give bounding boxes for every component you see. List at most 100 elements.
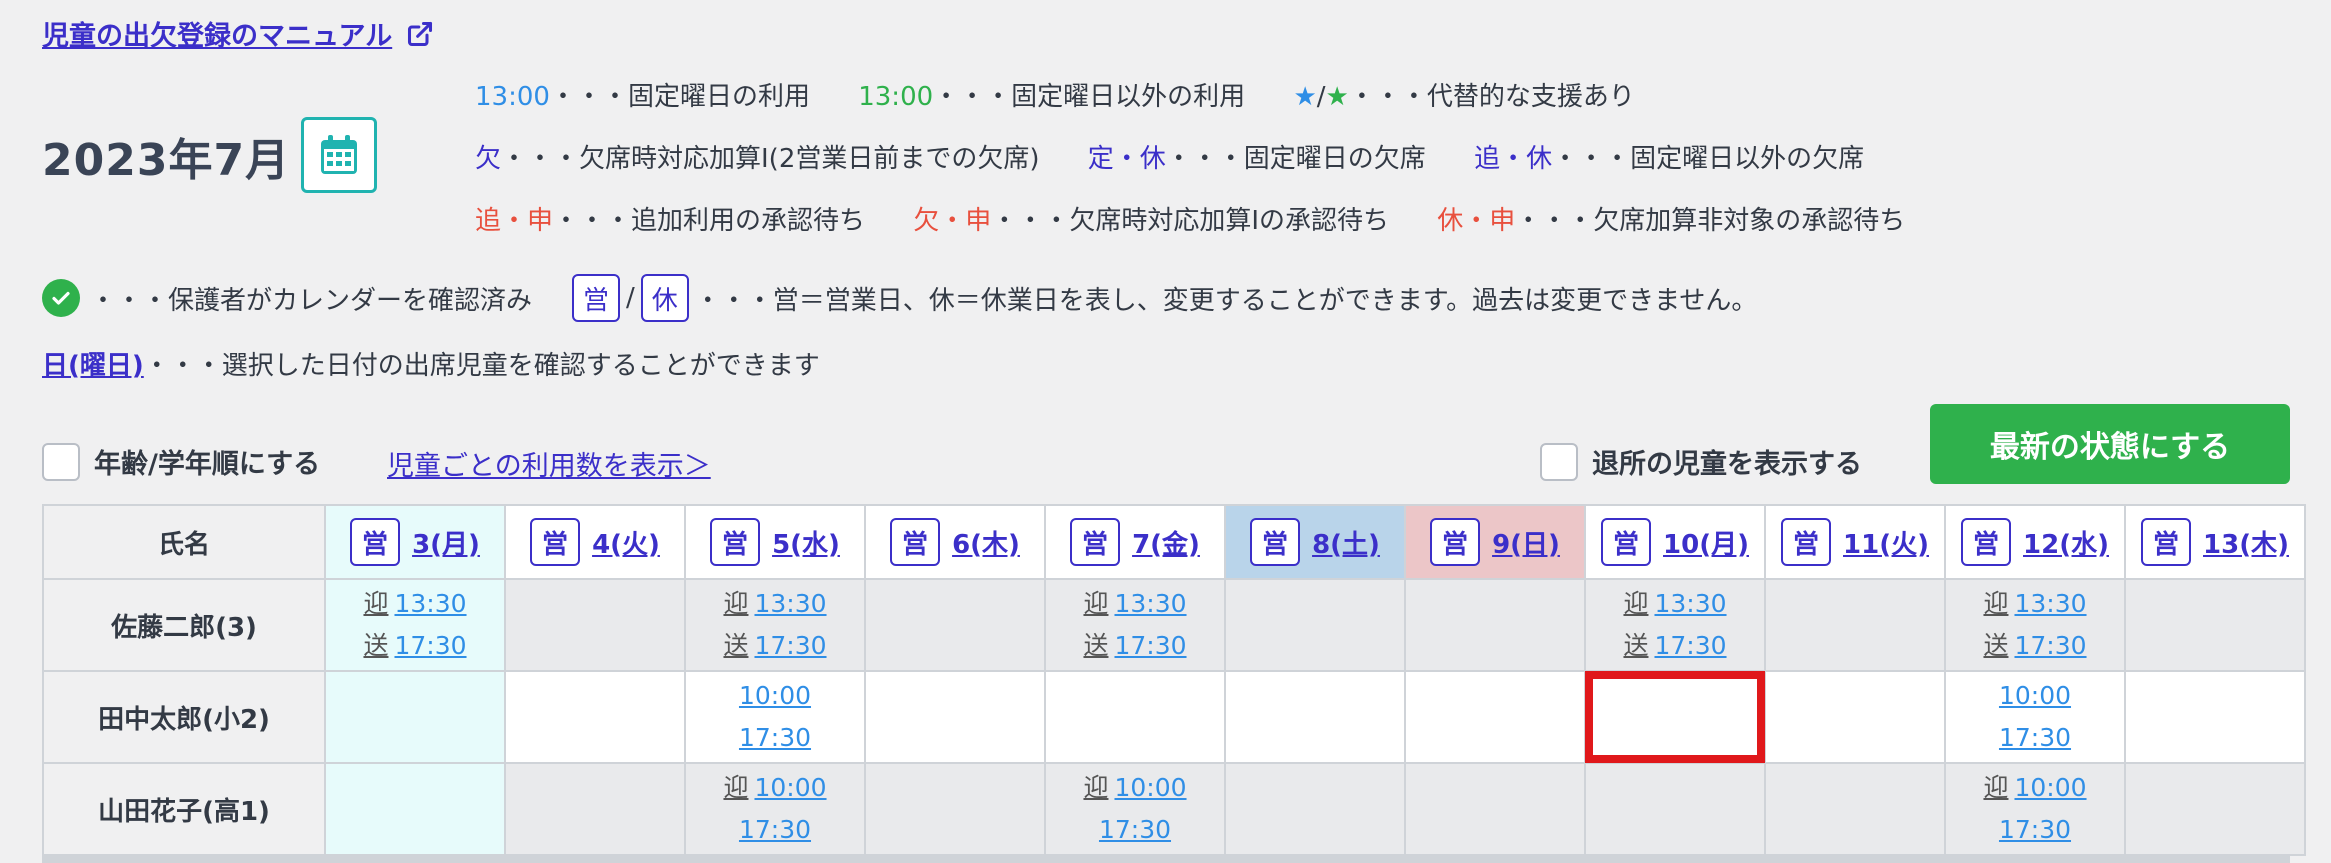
age-sort-control[interactable]: 年齢/学年順にする [42, 442, 320, 481]
day-status-toggle[interactable]: 営 [530, 518, 581, 566]
attendance-cell[interactable]: 10:00 17:30 [1944, 670, 2126, 764]
day-link[interactable]: 8(土) [1312, 524, 1380, 561]
time-link[interactable]: 10:00 [739, 681, 811, 710]
day-link[interactable]: 12(水) [2023, 524, 2109, 561]
time-link[interactable]: 17:30 [1999, 815, 2071, 844]
pickup-tag: 迎 [723, 773, 749, 802]
attendance-cell[interactable] [1224, 578, 1406, 672]
legend-open-closed-slash: / [626, 283, 635, 313]
legend-other-time: 13:00 [858, 82, 934, 112]
time-link[interactable]: 17:30 [1654, 631, 1726, 660]
attendance-cell[interactable]: 迎 10:00 17:30 [684, 762, 866, 856]
time-link[interactable]: 17:30 [1999, 723, 2071, 752]
manual-link-label[interactable]: 児童の出欠登録のマニュアル [42, 14, 392, 53]
day-link[interactable]: 7(金) [1132, 524, 1200, 561]
attendance-cell[interactable] [864, 578, 1046, 672]
age-sort-label[interactable]: 年齢/学年順にする [94, 442, 320, 481]
time-link[interactable]: 13:30 [1654, 589, 1726, 618]
time-link[interactable]: 10:00 [754, 773, 826, 802]
age-sort-checkbox[interactable] [42, 442, 80, 481]
show-left-label[interactable]: 退所の児童を表示する [1592, 442, 1862, 481]
dropoff-line: 17:30 [686, 809, 864, 851]
time-link[interactable]: 10:00 [1999, 681, 2071, 710]
time-link[interactable]: 17:30 [739, 815, 811, 844]
time-link[interactable]: 17:30 [394, 631, 466, 660]
attendance-cell[interactable] [1764, 670, 1946, 764]
time-link[interactable]: 17:30 [739, 723, 811, 752]
attendance-cell[interactable] [2124, 578, 2306, 672]
dropoff-line: 17:30 [1946, 809, 2124, 851]
attendance-cell[interactable] [1404, 762, 1586, 856]
attendance-cell[interactable] [2124, 762, 2306, 856]
time-link[interactable]: 13:30 [1114, 589, 1186, 618]
dropoff-line: 送 17:30 [686, 625, 864, 667]
day-link[interactable]: 13(木) [2203, 524, 2289, 561]
time-link[interactable]: 13:30 [2014, 589, 2086, 618]
day-link[interactable]: 6(木) [952, 524, 1020, 561]
manual-link[interactable]: 児童の出欠登録のマニュアル [42, 14, 434, 53]
day-status-toggle[interactable]: 営 [710, 518, 761, 566]
day-link[interactable]: 4(火) [592, 524, 660, 561]
time-link[interactable]: 17:30 [754, 631, 826, 660]
calendar-button[interactable] [301, 117, 377, 193]
time-link[interactable]: 17:30 [1114, 631, 1186, 660]
day-link[interactable]: 3(月) [412, 524, 480, 561]
day-status-toggle[interactable]: 営 [1430, 518, 1481, 566]
time-link[interactable]: 17:30 [1099, 815, 1171, 844]
attendance-cell[interactable] [1044, 670, 1226, 764]
legend-extra-off: 追・休 [1474, 144, 1553, 174]
attendance-cell[interactable] [324, 670, 506, 764]
day-status-toggle[interactable]: 営 [1781, 518, 1832, 566]
legend-confirmed-text: ・・・保護者がカレンダーを確認済み [90, 285, 533, 316]
table-header-row: 氏名 営 3(月) 営 4(火) 営 5(水) 営 6(木) 営 7(金) 営 8(土) 営 9(日) 営 1… [42, 504, 2306, 580]
attendance-cell[interactable]: 迎 10:00 17:30 [1044, 762, 1226, 856]
time-link[interactable]: 10:00 [2014, 773, 2086, 802]
day-status-toggle[interactable]: 営 [1961, 518, 2012, 566]
attendance-cell[interactable] [504, 762, 686, 856]
time-link[interactable]: 13:30 [394, 589, 466, 618]
time-link[interactable]: 10:00 [1114, 773, 1186, 802]
attendance-cell[interactable] [324, 762, 506, 856]
attendance-cell[interactable]: 迎 13:30 送 17:30 [324, 578, 506, 672]
attendance-cell[interactable]: 迎 10:00 17:30 [1944, 762, 2126, 856]
time-link[interactable]: 13:30 [754, 589, 826, 618]
attendance-cell[interactable]: 迎 13:30 送 17:30 [1044, 578, 1226, 672]
dropoff-line: 送 17:30 [326, 625, 504, 667]
attendance-cell[interactable] [1404, 578, 1586, 672]
attendance-cell[interactable] [864, 762, 1046, 856]
attendance-cell[interactable]: 10:00 17:30 [684, 670, 866, 764]
attendance-cell[interactable] [1224, 762, 1406, 856]
attendance-cell[interactable] [1404, 670, 1586, 764]
usage-count-link[interactable]: 児童ごとの利用数を表示＞ [387, 444, 711, 483]
attendance-cell[interactable] [1584, 670, 1766, 764]
day-status-toggle[interactable]: 営 [890, 518, 941, 566]
attendance-cell[interactable] [504, 670, 686, 764]
time-link[interactable]: 17:30 [2014, 631, 2086, 660]
refresh-button[interactable]: 最新の状態にする [1930, 404, 2290, 484]
child-name: 佐藤二郎(3) [42, 578, 326, 672]
attendance-cell[interactable] [1224, 670, 1406, 764]
legend-day-text: ・・・選択した日付の出席児童を確認することができます [143, 351, 820, 381]
table-row: 佐藤二郎(3) 迎 13:30 送 17:30 迎 13:30 送 17:30 迎 13:30 送 17… [42, 578, 2306, 672]
attendance-cell[interactable] [1584, 762, 1766, 856]
day-status-toggle[interactable]: 営 [2141, 518, 2192, 566]
attendance-cell[interactable]: 迎 13:30 送 17:30 [1944, 578, 2126, 672]
show-left-children-control[interactable]: 退所の児童を表示する [1540, 442, 1862, 481]
day-status-toggle[interactable]: 営 [1250, 518, 1301, 566]
attendance-cell[interactable] [504, 578, 686, 672]
day-header-content: 営 4(火) [506, 518, 684, 566]
day-link[interactable]: 5(水) [772, 524, 840, 561]
attendance-cell[interactable] [1764, 762, 1946, 856]
attendance-cell[interactable] [1764, 578, 1946, 672]
day-status-toggle[interactable]: 営 [350, 518, 401, 566]
show-left-checkbox[interactable] [1540, 442, 1578, 481]
day-link[interactable]: 10(月) [1663, 524, 1749, 561]
day-status-toggle[interactable]: 営 [1601, 518, 1652, 566]
attendance-cell[interactable]: 迎 13:30 送 17:30 [1584, 578, 1766, 672]
attendance-cell[interactable]: 迎 13:30 送 17:30 [684, 578, 866, 672]
day-link[interactable]: 11(火) [1843, 524, 1929, 561]
day-status-toggle[interactable]: 営 [1070, 518, 1121, 566]
attendance-cell[interactable] [2124, 670, 2306, 764]
day-link[interactable]: 9(日) [1492, 524, 1560, 561]
attendance-cell[interactable] [864, 670, 1046, 764]
